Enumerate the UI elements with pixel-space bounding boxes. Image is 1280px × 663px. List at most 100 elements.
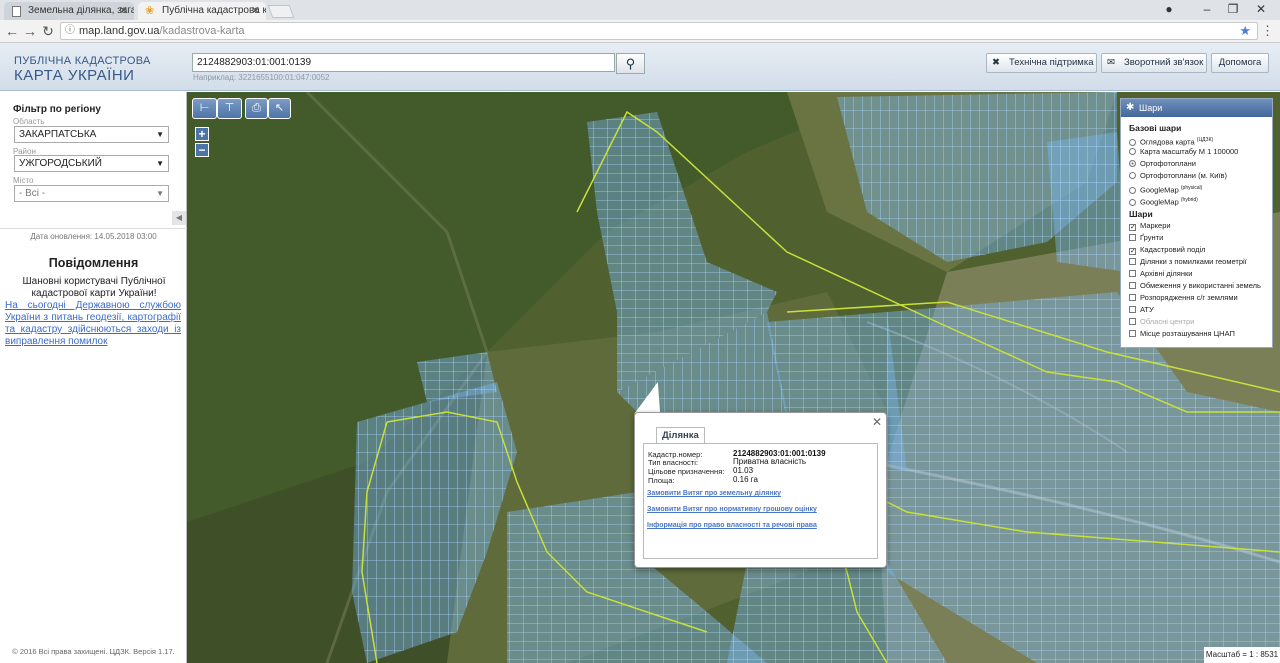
base-layer-label: Ортофотоплани <box>1140 159 1197 168</box>
radio-icon[interactable] <box>1129 198 1136 206</box>
close-window-icon[interactable]: ✕ <box>1248 2 1274 16</box>
checkbox-icon[interactable] <box>1129 258 1136 265</box>
overlay-layer-option[interactable]: Архівні ділянки <box>1121 268 1272 280</box>
browser-tab-land-plot[interactable]: Земельна ділянка, загал ✕ <box>4 2 134 20</box>
browser-tabbar: Земельна ділянка, загал ✕ ❀ Публічна кад… <box>0 0 1280 20</box>
overlay-layer-option[interactable]: Розпорядження с/г землями <box>1121 292 1272 304</box>
checkbox-icon[interactable] <box>1129 270 1136 277</box>
identify-button[interactable]: ↖ <box>268 98 291 119</box>
overlay-layer-option[interactable]: АТУ <box>1121 304 1272 316</box>
checkbox-icon[interactable] <box>1129 306 1136 313</box>
notice-text: Шановні користувачі Публічної кадастрово… <box>22 276 166 299</box>
close-icon[interactable]: ✕ <box>872 415 882 429</box>
overlay-layer-label: Обласні центри <box>1140 317 1195 326</box>
ownership-info-link[interactable]: Інформація про право власності та речові… <box>647 522 817 529</box>
url-bar[interactable]: ⓘ map.land.gov.ua/kadastrova-karta ★ <box>60 22 1258 40</box>
measure-length-button[interactable]: ⊢ <box>192 98 217 119</box>
ownership-label: Тип власності: <box>648 458 698 467</box>
close-tab-icon[interactable]: ✕ <box>119 2 128 20</box>
reload-icon[interactable]: ↻ <box>40 23 56 40</box>
radio-icon[interactable] <box>1129 138 1136 146</box>
overlay-layers-title: Шари <box>1129 209 1153 219</box>
radio-icon[interactable] <box>1129 186 1136 194</box>
logo-line2: КАРТА УКРАЇНИ <box>14 67 135 84</box>
checkbox-icon[interactable]: ✓ <box>1129 248 1136 255</box>
area-label: Площа: <box>648 476 675 485</box>
map-view[interactable]: ⊢ ⊤ ⎙ ↖ + − ✱ Шари Базові шари Оглядова к… <box>187 92 1280 663</box>
support-label: Технічна підтримка <box>1009 57 1094 68</box>
base-layers-title: Базові шари <box>1129 123 1182 133</box>
bookmark-star-icon[interactable]: ★ <box>1239 23 1251 39</box>
base-layer-option[interactable]: Ортофотоплани (м. Київ) <box>1121 170 1272 182</box>
forward-icon[interactable]: → <box>22 23 38 39</box>
printer-icon: ⎙ <box>252 102 261 114</box>
dropdown-arrow-icon: ▼ <box>156 159 164 168</box>
gear-icon: ✱ <box>1126 102 1135 113</box>
base-layer-sup: (ЦДЗК) <box>1196 137 1214 143</box>
zoom-out-button[interactable]: − <box>195 143 209 157</box>
base-layer-label: Карта масштабу М 1 100000 <box>1140 147 1239 156</box>
zoom-in-button[interactable]: + <box>195 127 209 141</box>
city-label: Місто <box>13 176 34 185</box>
browser-menu-icon[interactable]: ⋮ <box>1261 23 1274 39</box>
browser-tab-cadastral-map[interactable]: ❀ Публічна кадастрова ка ✕ <box>138 2 266 20</box>
help-button[interactable]: Допомога <box>1211 53 1269 73</box>
rayon-value: УЖГОРОДСЬКИЙ <box>19 158 102 169</box>
city-select[interactable]: - Всі - ▼ <box>14 185 169 202</box>
checkbox-icon[interactable] <box>1129 294 1136 301</box>
radio-icon[interactable] <box>1129 172 1136 179</box>
profile-icon[interactable]: ● <box>1156 2 1182 16</box>
overlay-layer-option[interactable]: ✓ Кадастровий поділ <box>1121 244 1272 256</box>
base-layer-label: GoogleMap <box>1140 197 1179 207</box>
minimize-icon[interactable]: – <box>1194 2 1220 16</box>
logo-line1: ПУБЛІЧНА КАДАСТРОВА <box>14 55 151 67</box>
checkbox-icon <box>1129 318 1136 325</box>
base-layer-option[interactable]: Карта масштабу М 1 100000 <box>1121 146 1272 158</box>
overlay-layer-label: Маркери <box>1140 221 1171 230</box>
copyright: © 2016 Всі права захищені. ЦДЗК. Версія … <box>12 647 175 656</box>
url-path: /kadastrova-karta <box>159 25 245 37</box>
radio-icon[interactable] <box>1129 160 1136 167</box>
order-valuation-link[interactable]: Замовити Витяг про нормативну грошову оц… <box>647 506 817 513</box>
area-value: 0.16 га <box>733 475 758 484</box>
radio-icon[interactable] <box>1129 148 1136 155</box>
checkbox-icon[interactable]: ✓ <box>1129 224 1136 231</box>
envelope-icon: ✉ <box>1107 57 1115 68</box>
new-tab-button[interactable] <box>267 5 295 18</box>
base-layer-option[interactable]: GoogleMap (physical) <box>1121 182 1272 195</box>
collapse-panel-button[interactable]: ◀ <box>172 211 186 225</box>
close-tab-icon[interactable]: ✕ <box>251 2 260 20</box>
notice-title: Повідомлення <box>48 256 139 270</box>
back-icon[interactable]: ← <box>4 23 20 39</box>
order-extract-link[interactable]: Замовити Витяг про земельну ділянку <box>647 490 781 497</box>
info-icon[interactable]: ⓘ <box>65 23 75 39</box>
checkbox-icon[interactable] <box>1129 330 1136 337</box>
tools-icon: ✖ <box>992 57 1000 68</box>
checkbox-icon[interactable] <box>1129 282 1136 289</box>
overlay-layer-option[interactable]: Місце розташування ЦНАП <box>1121 328 1272 340</box>
overlay-layer-label: АТУ <box>1140 305 1154 314</box>
base-layer-option[interactable]: Ортофотоплани <box>1121 158 1272 170</box>
overlay-layer-option[interactable]: Ділянки з помилками геометрії <box>1121 256 1272 268</box>
oblast-select[interactable]: ЗАКАРПАТСЬКА ▼ <box>14 126 169 143</box>
overlay-layer-option[interactable]: Ґрунти <box>1121 232 1272 244</box>
notice-link[interactable]: На сьогодні Державною службою України з … <box>5 300 181 348</box>
search-button[interactable]: ⚲ <box>616 53 645 74</box>
layers-header[interactable]: ✱ Шари <box>1121 99 1272 117</box>
support-button[interactable]: ✖ Технічна підтримка <box>986 53 1097 73</box>
maximize-icon[interactable]: ❐ <box>1220 2 1246 16</box>
cadastral-search-input[interactable]: 2124882903:01:001:0139 <box>192 53 615 72</box>
scale-indicator: Масштаб = 1 : 8531 <box>1204 647 1280 663</box>
overlay-layer-option[interactable]: Обмеження у використанні земель <box>1121 280 1272 292</box>
overlay-layer-option[interactable]: ✓ Маркери <box>1121 220 1272 232</box>
measure-area-button[interactable]: ⊤ <box>217 98 242 119</box>
overlay-layer-label: Ділянки з помилками геометрії <box>1140 257 1247 266</box>
popup-tab-parcel[interactable]: Ділянка <box>656 427 705 444</box>
rayon-select[interactable]: УЖГОРОДСЬКИЙ ▼ <box>14 155 169 172</box>
site-favicon-icon: ❀ <box>145 5 155 17</box>
checkbox-icon[interactable] <box>1129 234 1136 241</box>
base-layer-option[interactable]: Оглядова карта (ЦДЗК) <box>1121 134 1272 147</box>
print-button[interactable]: ⎙ <box>245 98 268 119</box>
base-layer-option[interactable]: GoogleMap (hybrid) <box>1121 194 1272 207</box>
feedback-button[interactable]: ✉ Зворотний зв'язок <box>1101 53 1207 73</box>
